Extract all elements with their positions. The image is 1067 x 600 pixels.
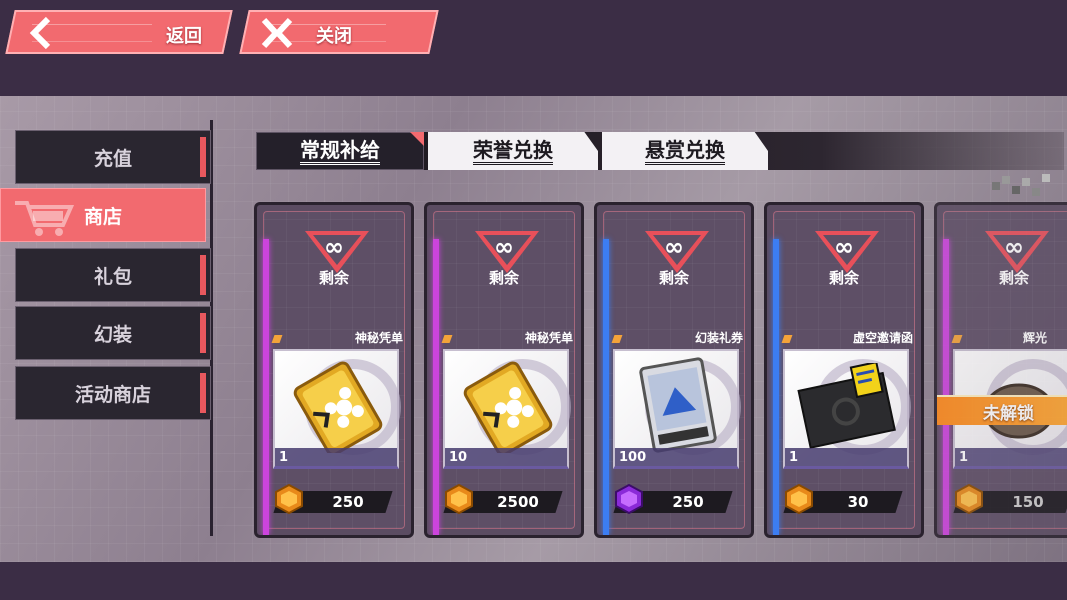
pixel-decoration (992, 174, 1050, 196)
shop-item-card[interactable]: ∞ 剩余 神秘凭单 1 250 (254, 202, 414, 538)
tab-bounty-exchange[interactable]: 悬赏兑换 (602, 132, 768, 170)
infinity-icon: ∞ (664, 233, 684, 261)
sidebar-item-recharge[interactable]: 充值 (15, 130, 211, 184)
close-button[interactable]: 关闭 (239, 10, 439, 54)
quantity-strip (955, 448, 1067, 466)
item-price: 30 (847, 493, 869, 511)
stock-label: 剩余 (488, 269, 519, 287)
tab-label: 悬赏兑换 (645, 138, 725, 165)
golden-voucher-icon (293, 361, 383, 453)
item-image: 10 (443, 349, 571, 469)
shop-item-card[interactable]: ∞ 剩余 幻装礼券 100 250 (594, 202, 754, 538)
item-price: 2500 (497, 493, 539, 511)
shop-panel: 充值 商店 礼包 幻装 活动商店 常规补给 荣誉兑换 悬赏兑换 ∞ 剩余 神秘凭… (0, 96, 1067, 562)
purple-coin-icon (615, 483, 643, 515)
item-image: 1 (273, 349, 401, 469)
sidebar-item-label: 活动商店 (74, 383, 151, 406)
sidebar-item-shop[interactable]: 商店 (0, 188, 206, 242)
item-image: 100 (613, 349, 741, 469)
back-arrow-icon (28, 16, 58, 54)
item-quantity: 1 (959, 450, 969, 465)
tab-regular-supply[interactable]: 常规补给 (256, 132, 424, 170)
item-quantity: 100 (619, 450, 647, 465)
back-label: 返回 (166, 26, 202, 47)
tab-label: 荣誉兑换 (473, 138, 553, 165)
stock-label: 剩余 (998, 269, 1029, 287)
item-price: 150 (1012, 493, 1044, 511)
item-image: 1 (783, 349, 911, 469)
orange-coin-icon (445, 483, 473, 515)
item-quantity: 10 (449, 450, 468, 465)
sidebar-item-gift-pack[interactable]: 礼包 (15, 248, 211, 302)
item-quantity: 1 (789, 450, 799, 465)
orange-coin-icon (275, 483, 303, 515)
item-name: 神秘凭单 (524, 331, 573, 345)
sidebar-item-label: 充值 (93, 147, 132, 170)
quantity-strip (785, 448, 907, 466)
item-name: 神秘凭单 (354, 331, 403, 345)
back-button[interactable]: 返回 (5, 10, 233, 54)
locked-badge: 未解锁 (937, 395, 1067, 425)
item-name: 虚空邀请函 (852, 331, 913, 345)
infinity-icon: ∞ (324, 233, 344, 261)
item-quantity: 1 (279, 450, 289, 465)
infinity-icon: ∞ (494, 233, 514, 261)
stock-label: 剩余 (658, 269, 689, 287)
infinity-icon: ∞ (1004, 233, 1024, 261)
sidebar-item-label: 商店 (83, 205, 122, 228)
tab-honor-exchange[interactable]: 荣誉兑换 (428, 132, 598, 170)
item-price: 250 (672, 493, 704, 511)
shop-item-card[interactable]: ∞ 剩余 神秘凭单 10 2500 (424, 202, 584, 538)
infinity-icon: ∞ (834, 233, 854, 261)
orange-coin-icon (955, 483, 983, 515)
item-price: 250 (332, 493, 364, 511)
sidebar-item-skins[interactable]: 幻装 (15, 306, 211, 360)
void-invitation-icon (797, 363, 896, 449)
quantity-strip (275, 448, 397, 466)
close-x-icon (260, 16, 294, 54)
bottom-bar (0, 562, 1067, 600)
shop-item-card[interactable]: ∞ 剩余 虚空邀请函 1 30 (764, 202, 924, 538)
skin-ticket-icon (639, 357, 717, 453)
item-name: 幻装礼券 (694, 331, 743, 345)
tab-label: 常规补给 (300, 138, 380, 165)
sidebar-item-label: 礼包 (93, 265, 132, 288)
sidebar-item-event-shop[interactable]: 活动商店 (15, 366, 211, 420)
stock-label: 剩余 (318, 269, 349, 287)
stock-label: 剩余 (828, 269, 859, 287)
close-label: 关闭 (316, 26, 352, 47)
sidebar-item-label: 幻装 (93, 323, 132, 346)
shop-item-card[interactable]: ∞ 剩余 辉光 1 150 未解锁 (934, 202, 1067, 538)
orange-coin-icon (785, 483, 813, 515)
golden-voucher-icon (463, 361, 553, 453)
item-name: 辉光 (1023, 331, 1048, 345)
top-bar: 返回 关闭 (0, 0, 1067, 96)
cart-icon (15, 201, 75, 236)
